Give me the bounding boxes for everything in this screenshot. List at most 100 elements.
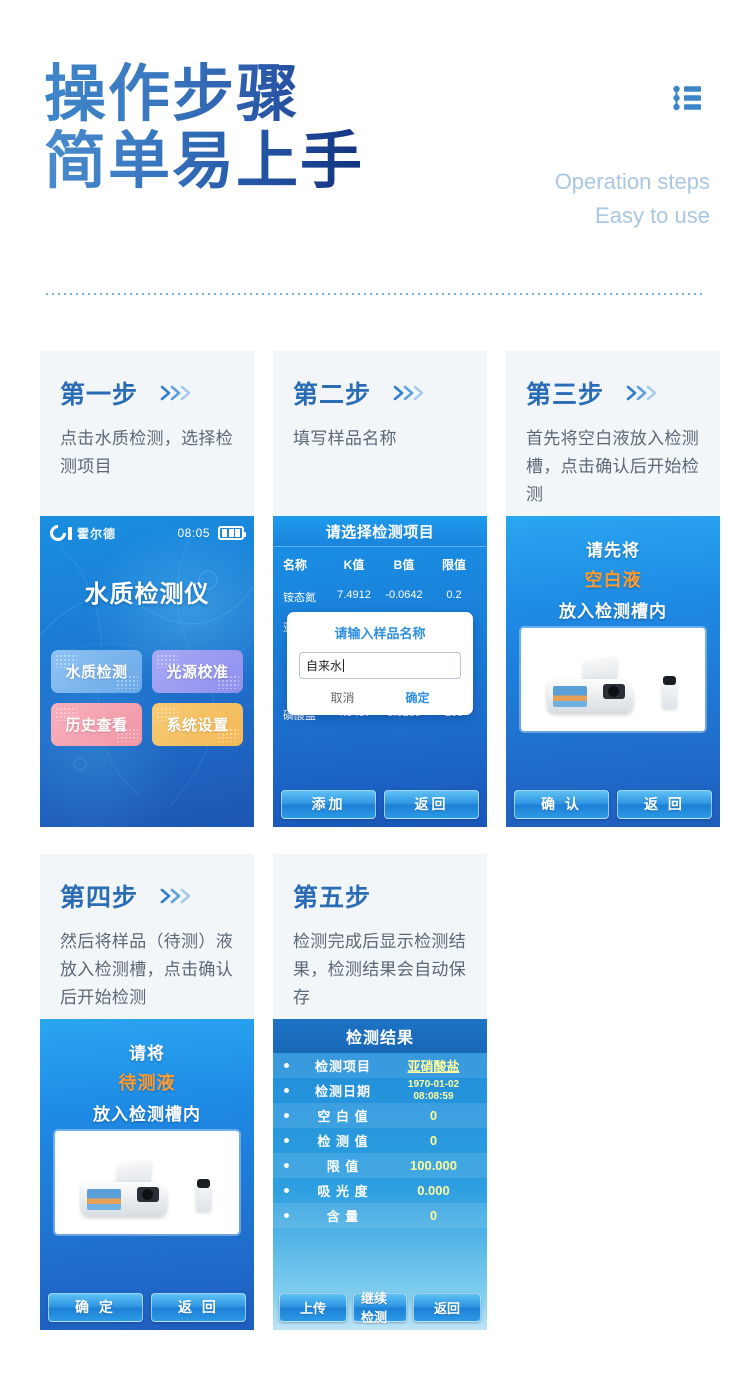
bullet-icon bbox=[284, 1088, 289, 1093]
page-header: 操作步骤 简单易上手 Operation steps Easy to use bbox=[0, 0, 750, 300]
header-divider bbox=[44, 293, 706, 295]
dot-grid-decoration bbox=[55, 707, 77, 721]
back-button[interactable]: 返回 bbox=[384, 789, 479, 819]
result-row: 检测项目 亚硝酸盐 bbox=[273, 1053, 487, 1078]
dot-grid-decoration bbox=[156, 654, 178, 668]
bullet-icon bbox=[284, 1113, 289, 1118]
cell-k: 7.4912 bbox=[337, 589, 371, 601]
dot-grid-decoration bbox=[55, 654, 77, 668]
confirm-button[interactable]: 确 定 bbox=[48, 1292, 143, 1322]
step-card-5[interactable]: 第五步 检测完成后显示检测结果，检测结果会自动保存 检测结果 检测项目 亚硝酸盐… bbox=[273, 854, 487, 1330]
chevron-right-icon bbox=[160, 888, 194, 904]
step-2-desc: 填写样品名称 bbox=[293, 429, 397, 448]
back-button[interactable]: 返回 bbox=[413, 1292, 481, 1322]
bullet-icon bbox=[284, 1138, 289, 1143]
blank-line-1: 请先将 bbox=[586, 541, 640, 560]
result-row: 限 值 100.000 bbox=[273, 1153, 487, 1178]
sample-line-3: 放入检测槽内 bbox=[93, 1105, 201, 1124]
step-4-text: 第四步 然后将样品（待测）液放入检测槽，点击确认后开始检测 bbox=[40, 854, 254, 1019]
blank-line-2-highlight: 空白液 bbox=[584, 570, 642, 590]
steps-row-1: 第一步 点击水质检测，选择检测项目 霍尔德 08:05 水质检测仪 水质检测 光… bbox=[40, 351, 720, 827]
result-row: 检测日期 1970-01-02 08:08:59 bbox=[273, 1078, 487, 1103]
step-1-text: 第一步 点击水质检测，选择检测项目 bbox=[40, 351, 254, 516]
page-title-line2: 简单易上手 bbox=[44, 126, 365, 196]
back-button[interactable]: 返 回 bbox=[617, 789, 712, 819]
step-3-head: 第三步 bbox=[526, 375, 700, 411]
result-value: 0 bbox=[429, 1108, 438, 1123]
steps-row-2: 第四步 然后将样品（待测）液放入检测槽，点击确认后开始检测 请将 待测液 放入检… bbox=[40, 854, 720, 1330]
sample-vial bbox=[196, 1179, 211, 1212]
menu-button-water-test[interactable]: 水质检测 bbox=[51, 650, 142, 693]
column-header-limit: 限值 bbox=[441, 558, 466, 572]
result-label: 检测日期 bbox=[314, 1084, 371, 1099]
result-title: 检测结果 bbox=[273, 1019, 487, 1053]
device-screen-home: 霍尔德 08:05 水质检测仪 水质检测 光源校准 历史查看 系统设置 bbox=[40, 516, 254, 827]
back-button[interactable]: 返 回 bbox=[151, 1292, 246, 1322]
instrument-display bbox=[87, 1189, 121, 1210]
dot-grid-decoration bbox=[217, 728, 239, 742]
step-4-title: 第四步 bbox=[60, 884, 139, 912]
instrument-sample-well bbox=[137, 1187, 159, 1202]
step-2-title: 第二步 bbox=[293, 381, 372, 409]
result-row: 检 测 值 0 bbox=[273, 1128, 487, 1153]
step-4-head: 第四步 bbox=[60, 878, 234, 914]
dialog-confirm-button[interactable]: 确定 bbox=[380, 689, 455, 706]
sample-name-value: 自来水 bbox=[306, 659, 343, 673]
result-value: 100.000 bbox=[410, 1158, 457, 1173]
result-value: 亚硝酸盐 bbox=[407, 1059, 460, 1074]
bullet-icon bbox=[284, 1188, 289, 1193]
column-header-name: 名称 bbox=[283, 558, 308, 572]
result-row: 含 量 0 bbox=[273, 1203, 487, 1228]
result-value: 0 bbox=[429, 1133, 438, 1148]
cell-limit: 0.2 bbox=[446, 589, 462, 601]
result-footer: 上传 继续检测 返回 bbox=[273, 1284, 487, 1330]
confirm-button[interactable]: 确 认 bbox=[514, 789, 609, 819]
continue-test-button[interactable]: 继续检测 bbox=[353, 1291, 407, 1325]
dot-grid-decoration bbox=[156, 707, 178, 721]
step-card-4[interactable]: 第四步 然后将样品（待测）液放入检测槽，点击确认后开始检测 请将 待测液 放入检… bbox=[40, 854, 254, 1330]
result-row: 空 白 值 0 bbox=[273, 1103, 487, 1128]
sample-name-dialog: 请输入样品名称 自来水 取消 确定 bbox=[287, 612, 473, 715]
upload-button[interactable]: 上传 bbox=[279, 1292, 347, 1322]
sample-name-input[interactable]: 自来水 bbox=[299, 652, 461, 679]
list-icon[interactable] bbox=[670, 80, 706, 116]
blank-instruction: 请先将 空白液 放入检测槽内 bbox=[506, 516, 720, 622]
brand-name: 霍尔德 bbox=[77, 526, 117, 541]
dialog-cancel-button[interactable]: 取消 bbox=[305, 689, 380, 706]
sample-instruction: 请将 待测液 放入检测槽内 bbox=[40, 1019, 254, 1125]
cell-b: -0.0642 bbox=[385, 589, 423, 601]
instrument-body bbox=[81, 1182, 167, 1216]
result-value: 1970-01-02 08:08:59 bbox=[407, 1079, 460, 1102]
menu-button-light-calibration[interactable]: 光源校准 bbox=[152, 650, 243, 693]
step-card-2[interactable]: 第二步 填写样品名称 请选择检测项目 名称 K值 B值 限值 铵态氮 7.491… bbox=[273, 351, 487, 827]
result-label: 空 白 值 bbox=[317, 1109, 369, 1124]
dot-grid-decoration bbox=[116, 728, 138, 742]
result-row: 吸 光 度 0.000 bbox=[273, 1178, 487, 1203]
dialog-title: 请输入样品名称 bbox=[334, 626, 426, 641]
step-5-title: 第五步 bbox=[293, 884, 372, 912]
column-header-b: B值 bbox=[393, 558, 415, 572]
device-home-menu: 水质检测 光源校准 历史查看 系统设置 bbox=[51, 650, 243, 746]
instrument-photo bbox=[521, 628, 705, 731]
device-screen-blank-liquid: 请先将 空白液 放入检测槽内 确 认 返 回 bbox=[506, 516, 720, 827]
menu-button-system-settings[interactable]: 系统设置 bbox=[152, 703, 243, 746]
step-1-head: 第一步 bbox=[60, 375, 234, 411]
chevron-right-icon bbox=[626, 385, 660, 401]
dot-grid-decoration bbox=[116, 675, 138, 689]
step-card-3[interactable]: 第三步 首先将空白液放入检测槽，点击确认后开始检测 请先将 空白液 放入检测槽内 bbox=[506, 351, 720, 827]
step-card-1[interactable]: 第一步 点击水质检测，选择检测项目 霍尔德 08:05 水质检测仪 水质检测 光… bbox=[40, 351, 254, 827]
step-3-desc: 首先将空白液放入检测槽，点击确认后开始检测 bbox=[526, 429, 699, 505]
blank-footer: 确 认 返 回 bbox=[506, 781, 720, 827]
menu-button-history[interactable]: 历史查看 bbox=[51, 703, 142, 746]
bullet-icon bbox=[284, 1163, 289, 1168]
instrument-body bbox=[547, 679, 633, 713]
device-screen-select-item: 请选择检测项目 名称 K值 B值 限值 铵态氮 7.4912 -0.0642 0… bbox=[273, 516, 487, 827]
select-item-footer: 添加 返回 bbox=[273, 781, 487, 827]
add-button[interactable]: 添加 bbox=[281, 789, 376, 819]
table-row[interactable]: 铵态氮 7.4912 -0.0642 0.2 bbox=[281, 582, 479, 612]
table-header-row: 名称 K值 B值 限值 bbox=[281, 547, 479, 582]
result-label: 检测项目 bbox=[314, 1059, 371, 1074]
step-5-text: 第五步 检测完成后显示检测结果，检测结果会自动保存 bbox=[273, 854, 487, 1019]
step-5-desc: 检测完成后显示检测结果，检测结果会自动保存 bbox=[293, 932, 466, 1008]
device-screen-result: 检测结果 检测项目 亚硝酸盐 检测日期 1970-01-02 08:08:59 … bbox=[273, 1019, 487, 1330]
